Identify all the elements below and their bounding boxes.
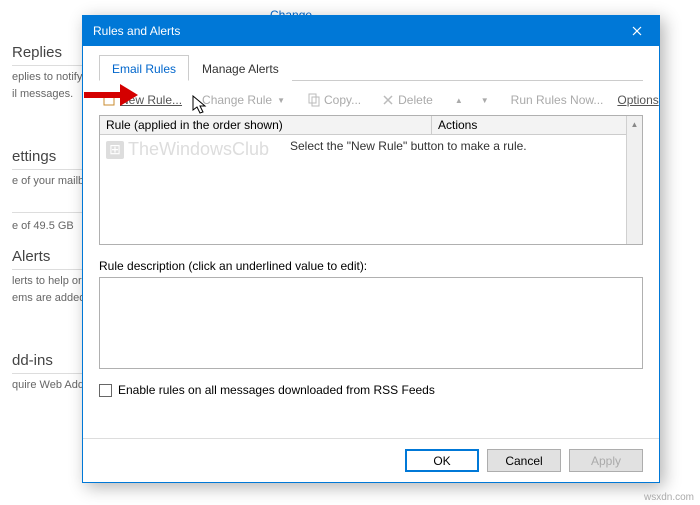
copy-button[interactable]: Copy... bbox=[303, 91, 365, 109]
delete-icon bbox=[381, 93, 395, 107]
watermark: ⊞ TheWindowsClub bbox=[106, 139, 269, 160]
rule-description-label: Rule description (click an underlined va… bbox=[99, 259, 643, 273]
change-rule-button[interactable]: Change Rule ▼ bbox=[198, 91, 291, 109]
scrollbar[interactable]: ▲ bbox=[626, 116, 642, 244]
rss-checkbox-label: Enable rules on all messages downloaded … bbox=[118, 383, 435, 397]
rules-and-alerts-dialog: Rules and Alerts Email Rules Manage Aler… bbox=[82, 15, 660, 483]
rule-list: Rule (applied in the order shown) Action… bbox=[99, 115, 643, 245]
tab-bar: Email Rules Manage Alerts bbox=[99, 54, 643, 81]
rss-checkbox-row[interactable]: Enable rules on all messages downloaded … bbox=[99, 383, 643, 397]
empty-list-hint: Select the "New Rule" button to make a r… bbox=[290, 139, 527, 153]
chevron-down-icon: ▼ bbox=[275, 96, 287, 105]
tab-email-rules[interactable]: Email Rules bbox=[99, 55, 189, 81]
rule-list-body[interactable]: ⊞ TheWindowsClub Select the "New Rule" b… bbox=[100, 135, 642, 244]
watermark-text: TheWindowsClub bbox=[128, 139, 269, 160]
copy-icon bbox=[307, 93, 321, 107]
close-icon bbox=[632, 26, 642, 36]
move-down-button[interactable]: ▼ bbox=[475, 94, 495, 107]
rules-toolbar: New Rule... Change Rule ▼ Copy... Delete bbox=[99, 87, 643, 115]
watermark-icon: ⊞ bbox=[106, 141, 124, 159]
tab-manage-alerts[interactable]: Manage Alerts bbox=[189, 55, 292, 81]
rule-list-header: Rule (applied in the order shown) Action… bbox=[100, 116, 642, 135]
move-up-button[interactable]: ▲ bbox=[449, 94, 469, 107]
delete-button[interactable]: Delete bbox=[377, 91, 437, 109]
rss-checkbox[interactable] bbox=[99, 384, 112, 397]
dialog-button-row: OK Cancel Apply bbox=[83, 438, 659, 482]
column-rule[interactable]: Rule (applied in the order shown) bbox=[100, 116, 432, 134]
copy-label: Copy... bbox=[324, 93, 361, 107]
ok-button[interactable]: OK bbox=[405, 449, 479, 472]
options-button[interactable]: Options bbox=[613, 91, 662, 109]
options-label: Options bbox=[617, 93, 658, 107]
arrow-up-icon: ▲ bbox=[453, 96, 465, 105]
cancel-button[interactable]: Cancel bbox=[487, 449, 561, 472]
delete-label: Delete bbox=[398, 93, 433, 107]
run-rules-now-button[interactable]: Run Rules Now... bbox=[507, 91, 608, 109]
change-rule-label: Change Rule bbox=[202, 93, 272, 107]
arrow-down-icon: ▼ bbox=[479, 96, 491, 105]
scroll-up-icon: ▲ bbox=[627, 116, 642, 132]
column-actions[interactable]: Actions bbox=[432, 116, 642, 134]
callout-arrow-icon bbox=[82, 80, 138, 115]
run-rules-label: Run Rules Now... bbox=[511, 93, 604, 107]
dialog-title: Rules and Alerts bbox=[93, 24, 614, 38]
image-credit: wsxdn.com bbox=[644, 492, 694, 503]
close-button[interactable] bbox=[614, 16, 659, 46]
dialog-titlebar[interactable]: Rules and Alerts bbox=[83, 16, 659, 46]
rule-description-box[interactable] bbox=[99, 277, 643, 369]
apply-button[interactable]: Apply bbox=[569, 449, 643, 472]
